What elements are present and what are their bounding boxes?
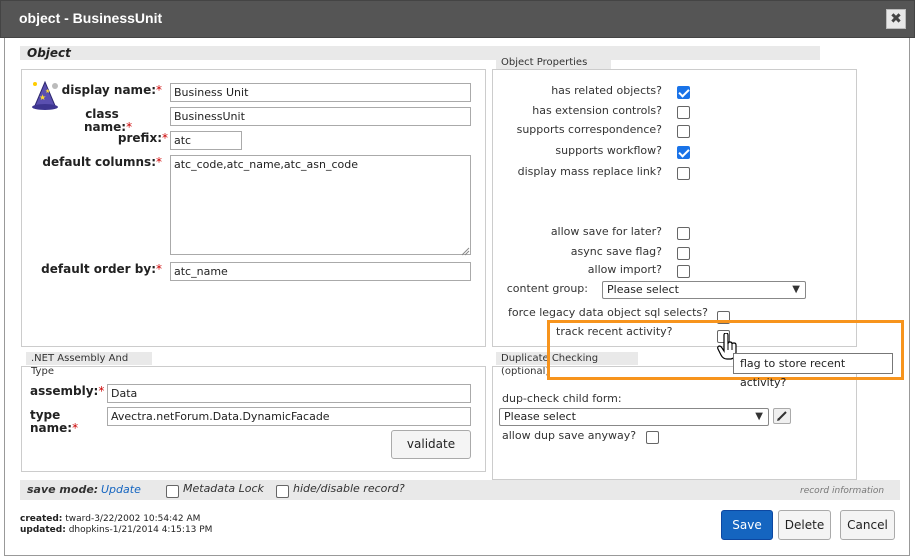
save-mode-label: save mode: bbox=[27, 483, 99, 496]
metadata-lock-checkbox[interactable] bbox=[166, 485, 179, 498]
allow-save-later-checkbox[interactable] bbox=[677, 227, 690, 240]
default-columns-textarea[interactable]: atc_code,atc_name,atc_asn_code bbox=[170, 155, 471, 255]
has-extension-controls-checkbox[interactable] bbox=[677, 106, 690, 119]
created-info: created: tward-3/22/2002 10:54:42 AM bbox=[20, 514, 201, 524]
assembly-label: assembly:* bbox=[30, 384, 105, 398]
supports-workflow-label: supports workflow? bbox=[555, 144, 662, 157]
record-information-link[interactable]: record information bbox=[800, 486, 884, 496]
dup-child-form-select[interactable]: Please select ▼ bbox=[499, 408, 769, 426]
display-name-label: display name:* bbox=[61, 83, 162, 97]
resize-handle-icon[interactable] bbox=[461, 245, 470, 256]
has-related-objects-checkbox[interactable] bbox=[677, 86, 690, 99]
edit-pencil-icon[interactable] bbox=[773, 408, 791, 424]
cancel-button[interactable]: Cancel bbox=[840, 510, 895, 540]
dup-child-form-label: dup-check child form: bbox=[502, 392, 622, 405]
assembly-header: .NET Assembly And Type bbox=[26, 352, 152, 377]
window-title: object - BusinessUnit bbox=[19, 10, 163, 26]
object-section-label: Object bbox=[27, 46, 71, 60]
hide-disable-label: hide/disable record? bbox=[293, 482, 405, 495]
supports-correspondence-label: supports correspondence? bbox=[516, 123, 662, 136]
chevron-down-icon: ▼ bbox=[792, 284, 800, 295]
metadata-lock-label: Metadata Lock bbox=[183, 482, 264, 495]
type-name-label-line1: type bbox=[30, 408, 61, 422]
display-mass-replace-label: display mass replace link? bbox=[517, 165, 662, 178]
class-name-input[interactable]: BusinessUnit bbox=[170, 107, 471, 126]
allow-import-label: allow import? bbox=[587, 263, 662, 276]
class-name-label-line1: class bbox=[85, 107, 119, 121]
allow-dup-label: allow dup save anyway? bbox=[502, 429, 637, 442]
supports-correspondence-checkbox[interactable] bbox=[677, 125, 690, 138]
force-legacy-label: force legacy data object sql selects? bbox=[508, 306, 708, 319]
has-related-objects-label: has related objects? bbox=[551, 84, 662, 97]
object-properties-header: Object Properties bbox=[496, 56, 611, 69]
async-save-label: async save flag? bbox=[570, 245, 662, 258]
default-columns-label: default columns:* bbox=[42, 155, 162, 169]
validate-button[interactable]: validate bbox=[391, 430, 471, 459]
type-name-label-line2: name:* bbox=[30, 421, 79, 435]
delete-button[interactable]: Delete bbox=[778, 510, 831, 540]
content-group-select[interactable]: Please select ▼ bbox=[602, 281, 806, 299]
async-save-checkbox[interactable] bbox=[677, 247, 690, 260]
footer-bar bbox=[20, 480, 900, 500]
display-name-input[interactable]: Business Unit bbox=[170, 83, 471, 102]
default-order-by-input[interactable]: atc_name bbox=[170, 262, 471, 281]
save-button[interactable]: Save bbox=[721, 510, 773, 540]
assembly-input[interactable]: Data bbox=[107, 384, 471, 403]
close-icon[interactable]: ✖ bbox=[886, 9, 906, 29]
prefix-input[interactable]: atc bbox=[170, 131, 242, 150]
allow-save-later-label: allow save for later? bbox=[550, 225, 662, 238]
default-order-by-label: default order by:* bbox=[41, 262, 162, 276]
content-group-value: Please select bbox=[607, 283, 679, 296]
prefix-label: prefix:* bbox=[117, 131, 168, 145]
has-extension-controls-label: has extension controls? bbox=[532, 104, 662, 117]
svg-text:★: ★ bbox=[45, 88, 50, 95]
allow-dup-checkbox[interactable] bbox=[646, 431, 659, 444]
allow-import-checkbox[interactable] bbox=[677, 265, 690, 278]
track-recent-label: track recent activity? bbox=[556, 325, 673, 338]
updated-info: updated: dhopkins-1/21/2014 4:15:13 PM bbox=[20, 525, 213, 535]
tooltip: flag to store recent activity? bbox=[733, 353, 893, 389]
type-name-input[interactable]: Avectra.netForum.Data.DynamicFacade bbox=[107, 407, 471, 426]
dup-child-form-value: Please select bbox=[504, 410, 576, 423]
hide-disable-checkbox[interactable] bbox=[276, 485, 289, 498]
supports-workflow-checkbox[interactable] bbox=[677, 146, 690, 159]
content-group-label: content group: bbox=[506, 282, 588, 295]
wizard-hat-icon: ★ ★ bbox=[30, 78, 60, 110]
object-section-header bbox=[20, 46, 820, 60]
chevron-down-icon: ▼ bbox=[755, 411, 763, 422]
display-mass-replace-checkbox[interactable] bbox=[677, 167, 690, 180]
save-mode-value: Update bbox=[101, 483, 141, 496]
